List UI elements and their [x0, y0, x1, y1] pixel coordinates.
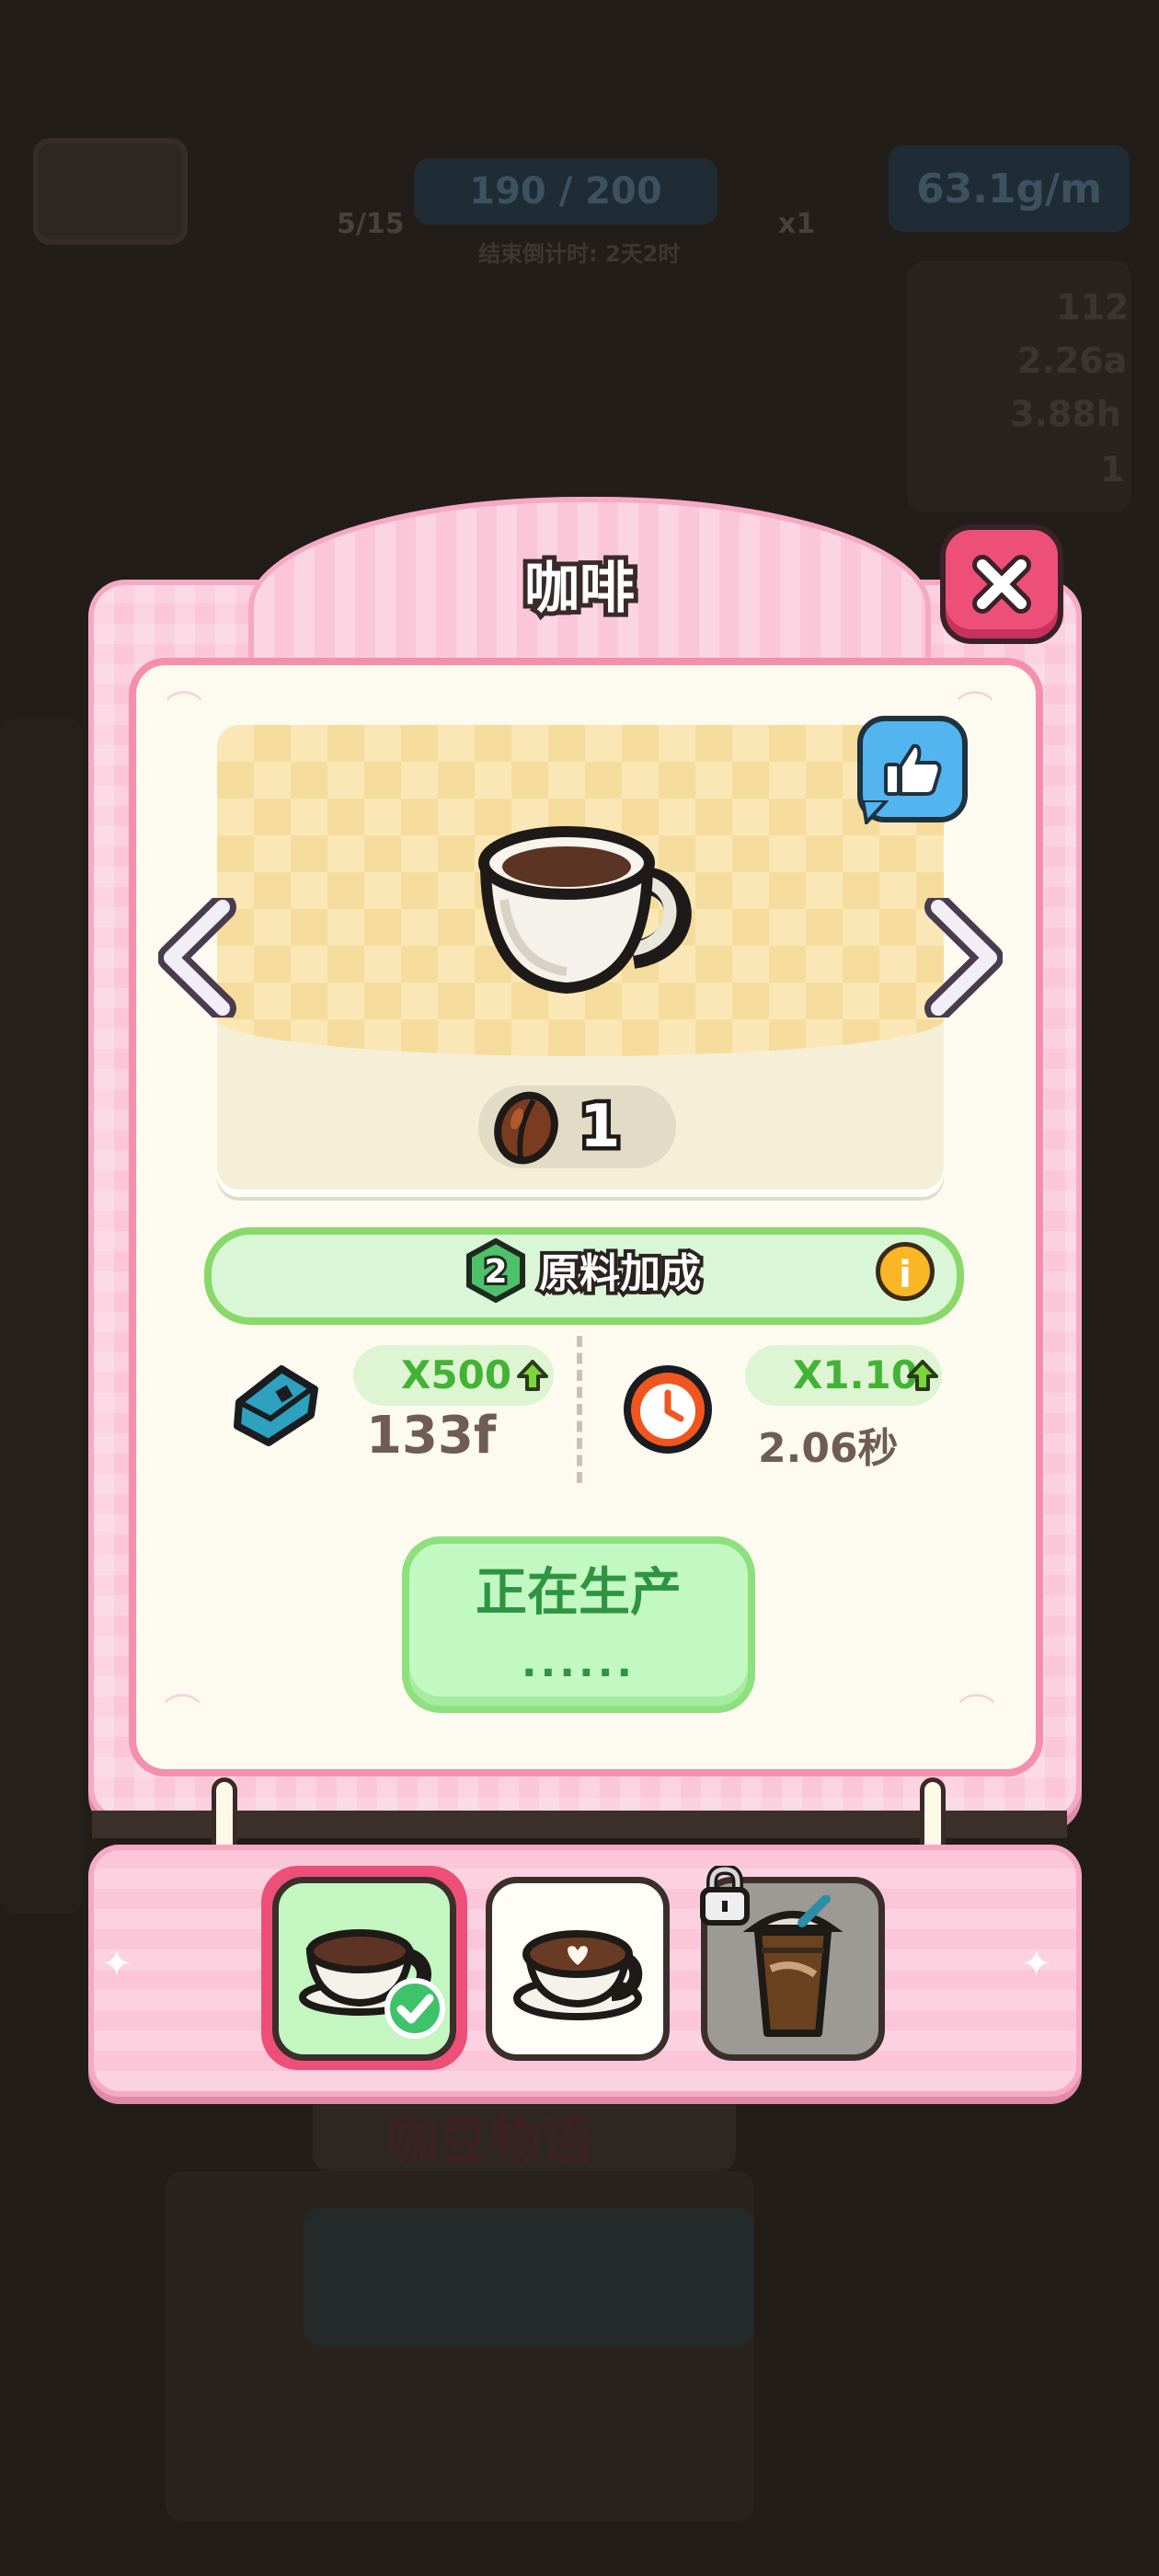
coffee-bean-icon: [494, 1091, 558, 1165]
close-button[interactable]: [940, 524, 1063, 644]
corner-decoration: ⌒: [164, 1692, 201, 1734]
close-x-icon: [972, 555, 1031, 614]
producing-dots: ......: [521, 1639, 637, 1686]
coffee-cup-icon: [478, 826, 692, 995]
speed-amount: 2.06秒: [758, 1425, 899, 1472]
dialog-title: 咖啡: [520, 552, 639, 626]
chevron-left-icon[interactable]: [158, 898, 241, 1018]
value-multiplier: X500: [401, 1352, 512, 1397]
chevron-right-icon[interactable]: [920, 898, 1003, 1018]
value-amount: 133f: [366, 1406, 497, 1466]
clock-icon: [624, 1365, 712, 1454]
blue-gem-block-icon: [234, 1365, 318, 1446]
sparkle-icon: ✦: [1021, 1943, 1052, 1985]
green-up-arrow-icon: [907, 1360, 938, 1391]
cost-value: 1: [576, 1089, 625, 1166]
level-hexagon-badge: 2: [466, 1238, 525, 1303]
padlock-icon: [700, 1866, 750, 1926]
sparkle-icon: ✦: [101, 1943, 132, 1985]
like-badge-tail: [861, 800, 889, 824]
green-up-arrow-icon: [517, 1360, 548, 1391]
speed-multiplier: X1.10: [793, 1352, 919, 1397]
info-icon[interactable]: i: [876, 1242, 935, 1301]
bonus-level: 2: [484, 1253, 507, 1291]
corner-decoration: ⌒: [957, 689, 993, 731]
iced-coffee-icon: [742, 1895, 843, 2037]
corner-decoration: ⌒: [166, 689, 202, 731]
bonus-label: 原料加成: [535, 1247, 705, 1301]
stats-divider: [577, 1336, 582, 1483]
thumbs-up-icon: [884, 743, 942, 796]
latte-cup-icon: [513, 1930, 643, 2020]
producing-label: 正在生产: [476, 1563, 682, 1623]
checkmark-icon: [384, 1978, 445, 2039]
item-slot-latte[interactable]: [486, 1877, 670, 2061]
corner-decoration: ⌒: [958, 1692, 995, 1734]
